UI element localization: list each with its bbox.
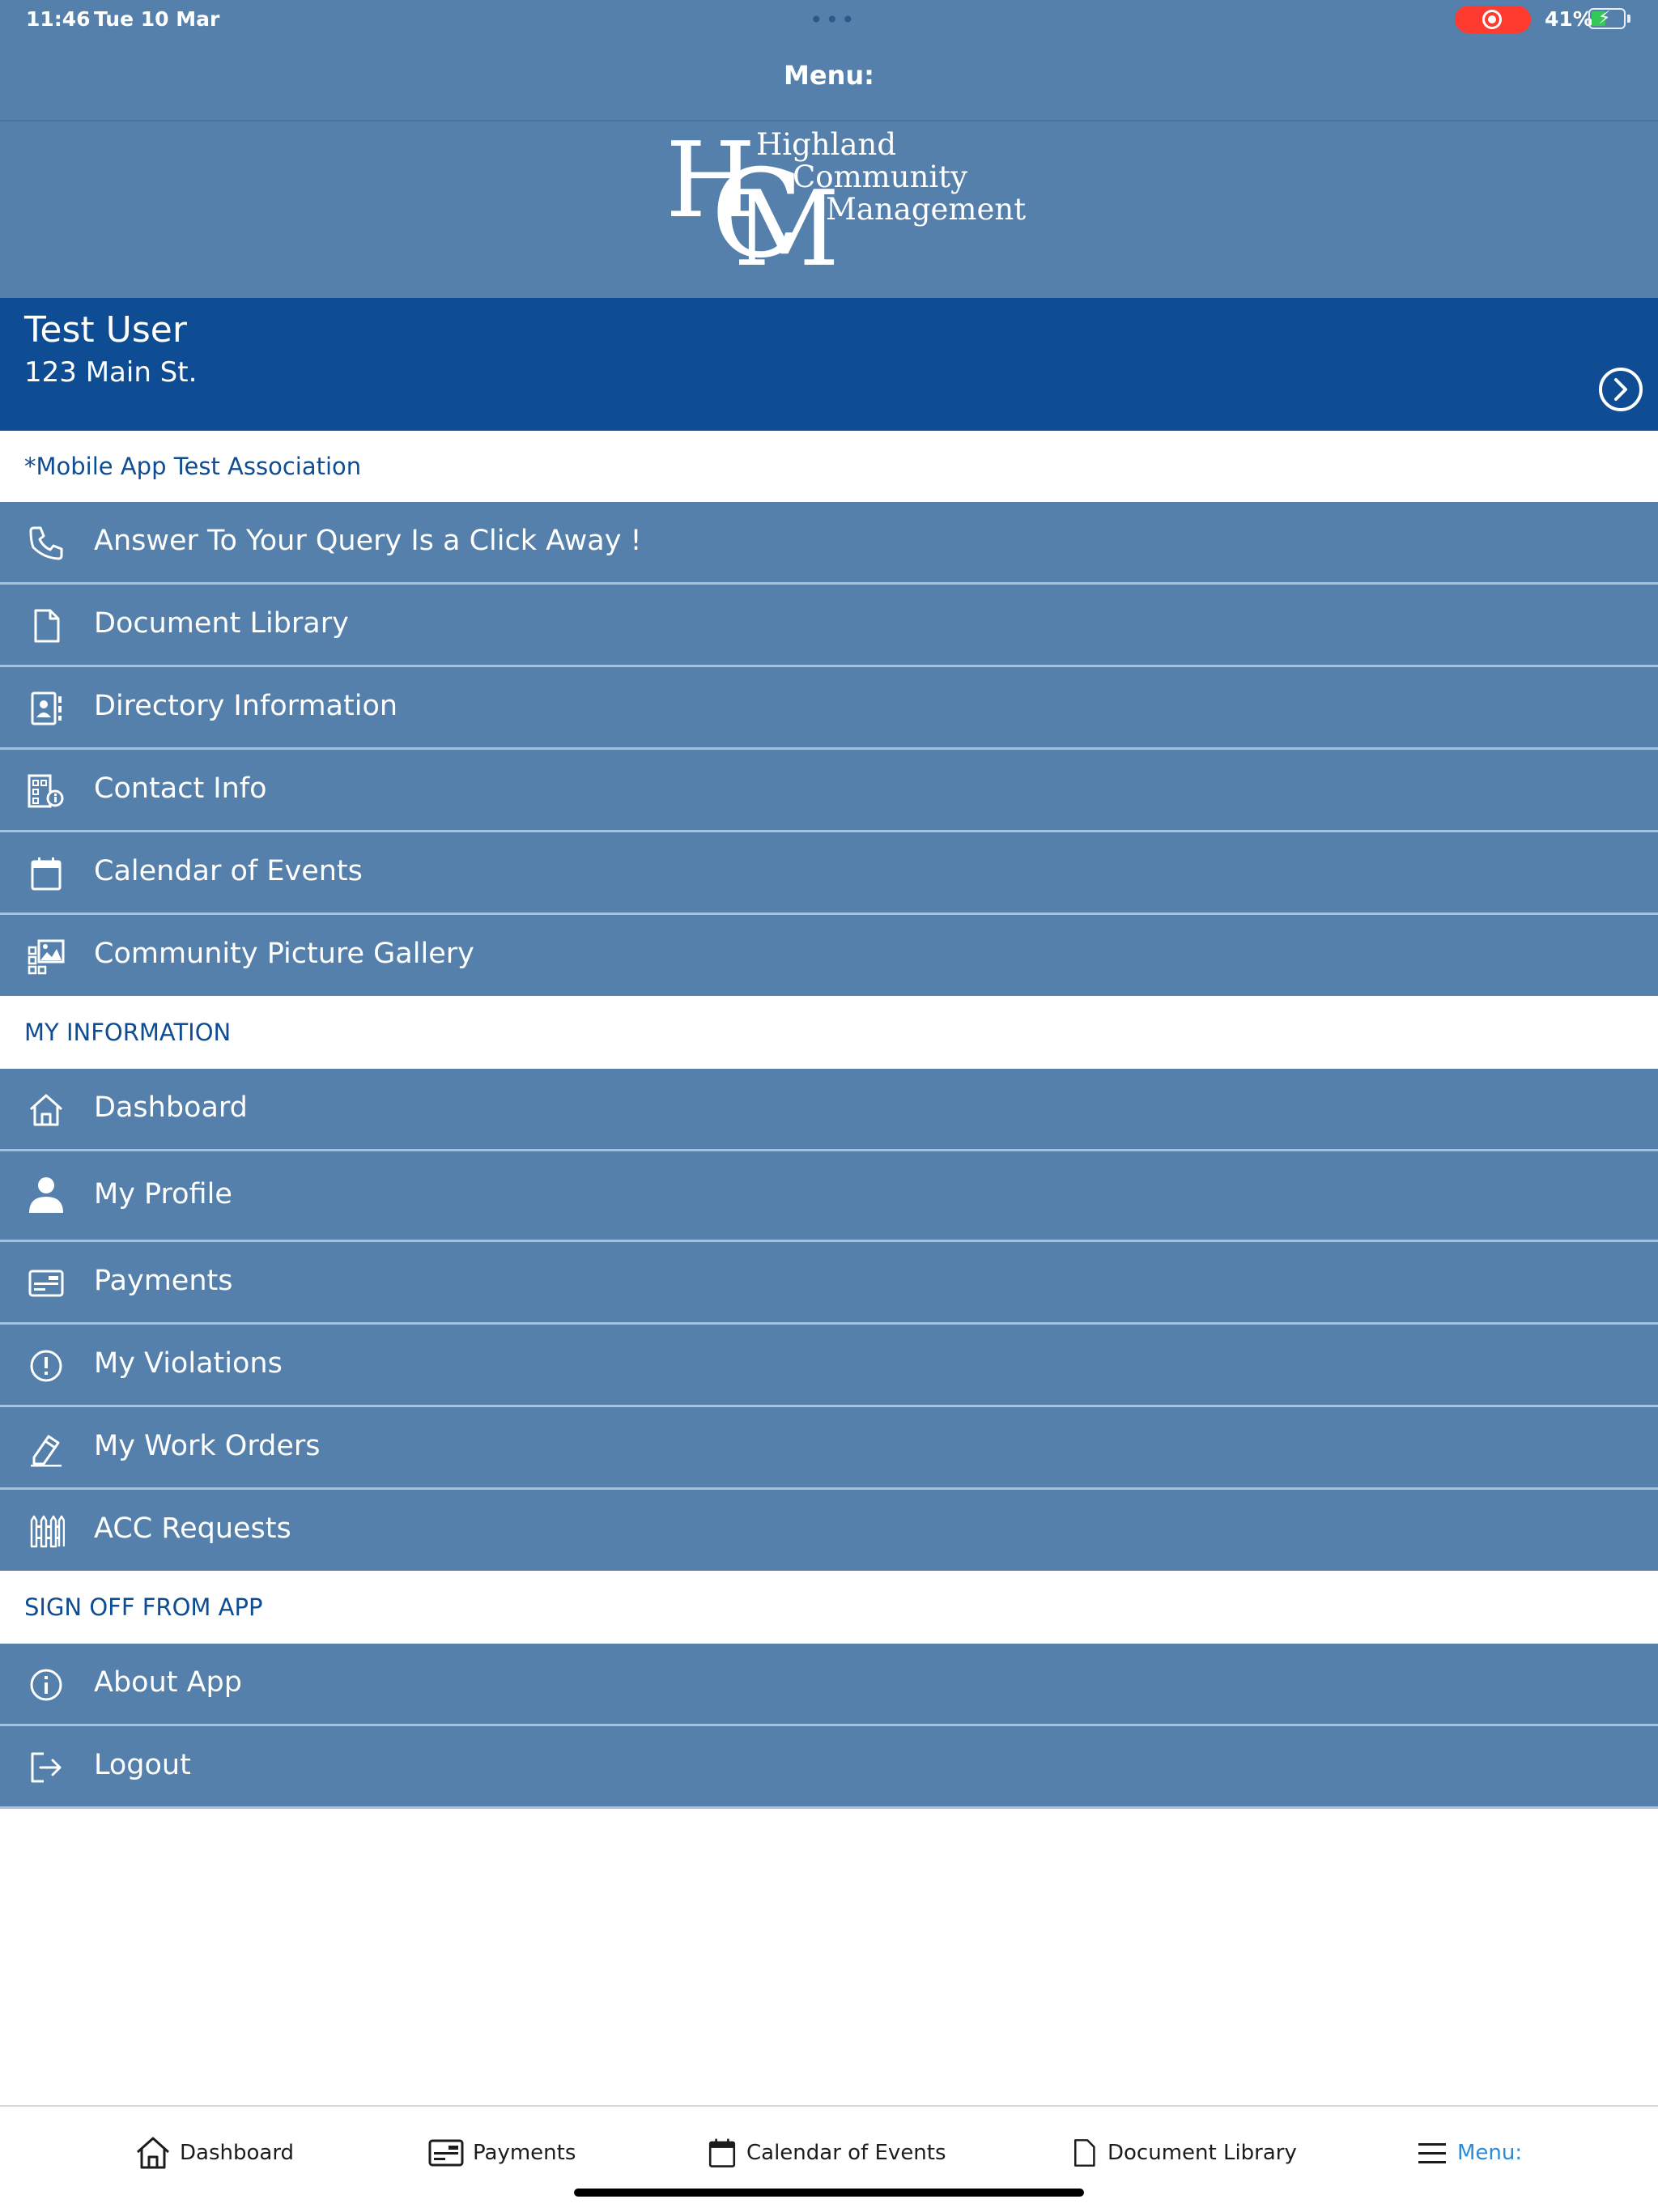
- nav-divider: [0, 120, 1658, 121]
- menu-item-label: Payments: [94, 1265, 233, 1297]
- logo-text-management: Management: [826, 192, 1027, 227]
- tab-document-library[interactable]: Document Library: [1069, 2133, 1297, 2173]
- menu-item-document-library[interactable]: Document Library: [0, 585, 1658, 667]
- tab-label: Dashboard: [180, 2141, 295, 2165]
- calendar-icon: [28, 855, 65, 892]
- menu-item-label: Logout: [94, 1749, 191, 1781]
- hcm-logo: H C M Highland Community Management: [657, 127, 1026, 282]
- payment-card-icon: [28, 1265, 65, 1302]
- menu-item-label: Community Picture Gallery: [94, 938, 474, 970]
- fence-icon: [28, 1512, 66, 1550]
- status-date: Tue 10 Mar: [94, 7, 220, 31]
- home-indicator[interactable]: [574, 2189, 1084, 2197]
- menu-item-label: Directory Information: [94, 690, 398, 722]
- tab-dashboard[interactable]: Dashboard: [134, 2133, 294, 2173]
- menu-item-label: Answer To Your Query Is a Click Away !: [94, 525, 642, 557]
- status-time: 11:46: [26, 7, 91, 31]
- phone-icon: [28, 525, 65, 562]
- logo-text-highland: Highland: [756, 127, 897, 162]
- charging-bolt-icon: ⚡: [1598, 8, 1611, 28]
- tab-label: Menu:: [1457, 2141, 1523, 2165]
- multitasking-dots-icon[interactable]: •••: [810, 6, 857, 33]
- menu-item-label: Dashboard: [94, 1091, 248, 1124]
- tab-label: Calendar of Events: [746, 2141, 946, 2165]
- document-icon: [28, 607, 65, 644]
- my-information-menu: Dashboard My Profile Payments My Violati…: [0, 1069, 1658, 1572]
- menu-item-label: ACC Requests: [94, 1512, 291, 1545]
- page-title: Menu:: [784, 60, 874, 91]
- menu-item-payments[interactable]: Payments: [0, 1242, 1658, 1325]
- menu-item-answer-query[interactable]: Answer To Your Query Is a Click Away !: [0, 502, 1658, 585]
- info-circle-icon: [28, 1666, 65, 1704]
- menu-item-my-violations[interactable]: My Violations: [0, 1325, 1658, 1407]
- tab-label: Payments: [473, 2141, 576, 2165]
- menu-item-label: Contact Info: [94, 772, 267, 805]
- menu-item-label: About App: [94, 1666, 242, 1699]
- menu-item-my-profile[interactable]: My Profile: [0, 1151, 1658, 1242]
- home-icon: [28, 1091, 65, 1129]
- chevron-right-circle-icon[interactable]: [1599, 368, 1643, 411]
- document-icon: [1074, 2139, 1095, 2167]
- gallery-icon: [28, 938, 65, 975]
- record-dot: [1488, 15, 1496, 23]
- user-banner[interactable]: Test User 123 Main St.: [0, 298, 1658, 431]
- menu-item-contact-info[interactable]: Contact Info: [0, 750, 1658, 832]
- menu-item-acc-requests[interactable]: ACC Requests: [0, 1490, 1658, 1572]
- logout-icon: [28, 1749, 65, 1786]
- app-root: 11:46 Tue 10 Mar ••• 41% ⚡ Menu: H C M H…: [0, 0, 1658, 2212]
- contact-info-icon: [28, 772, 65, 810]
- menu-item-dashboard[interactable]: Dashboard: [0, 1069, 1658, 1151]
- menu-item-label: My Violations: [94, 1347, 283, 1380]
- calendar-icon: [708, 2138, 736, 2167]
- menu-item-label: Calendar of Events: [94, 855, 363, 887]
- menu-item-logout[interactable]: Logout: [0, 1726, 1658, 1809]
- menu-item-community-picture-gallery[interactable]: Community Picture Gallery: [0, 915, 1658, 998]
- menu-item-my-work-orders[interactable]: My Work Orders: [0, 1407, 1658, 1490]
- exclamation-circle-icon: [28, 1347, 65, 1385]
- directory-icon: [28, 690, 65, 727]
- menu-item-directory-information[interactable]: Directory Information: [0, 667, 1658, 750]
- menu-item-calendar-of-events[interactable]: Calendar of Events: [0, 832, 1658, 915]
- sign-off-menu: About App Logout: [0, 1644, 1658, 1809]
- tab-calendar-of-events[interactable]: Calendar of Events: [706, 2133, 946, 2173]
- menu-item-label: Document Library: [94, 607, 349, 640]
- battery-icon: ⚡: [1588, 8, 1626, 29]
- tab-label: Document Library: [1107, 2141, 1297, 2165]
- home-icon: [136, 2137, 170, 2169]
- association-menu: Answer To Your Query Is a Click Away ! D…: [0, 502, 1658, 998]
- logo-text-community: Community: [793, 160, 968, 194]
- status-bar: 11:46 Tue 10 Mar ••• 41% ⚡: [0, 0, 1658, 39]
- person-icon: [28, 1176, 65, 1213]
- tab-menu[interactable]: Menu:: [1417, 2133, 1522, 2173]
- menu-item-label: My Profile: [94, 1178, 232, 1210]
- association-header: *Mobile App Test Association: [0, 431, 1658, 502]
- my-information-header: MY INFORMATION: [0, 996, 1658, 1069]
- menu-item-about-app[interactable]: About App: [0, 1644, 1658, 1726]
- screen-recording-indicator[interactable]: [1455, 6, 1531, 33]
- battery-cap: [1627, 15, 1630, 23]
- user-address: 123 Main St.: [24, 356, 198, 389]
- work-order-icon: [28, 1430, 65, 1467]
- user-name: Test User: [24, 309, 187, 351]
- menu-item-label: My Work Orders: [94, 1430, 321, 1462]
- tab-payments[interactable]: Payments: [427, 2133, 576, 2173]
- battery-percentage: 41%: [1545, 7, 1593, 31]
- sign-off-header: SIGN OFF FROM APP: [0, 1571, 1658, 1644]
- hamburger-menu-icon: [1418, 2143, 1446, 2163]
- payment-card-icon: [428, 2139, 464, 2167]
